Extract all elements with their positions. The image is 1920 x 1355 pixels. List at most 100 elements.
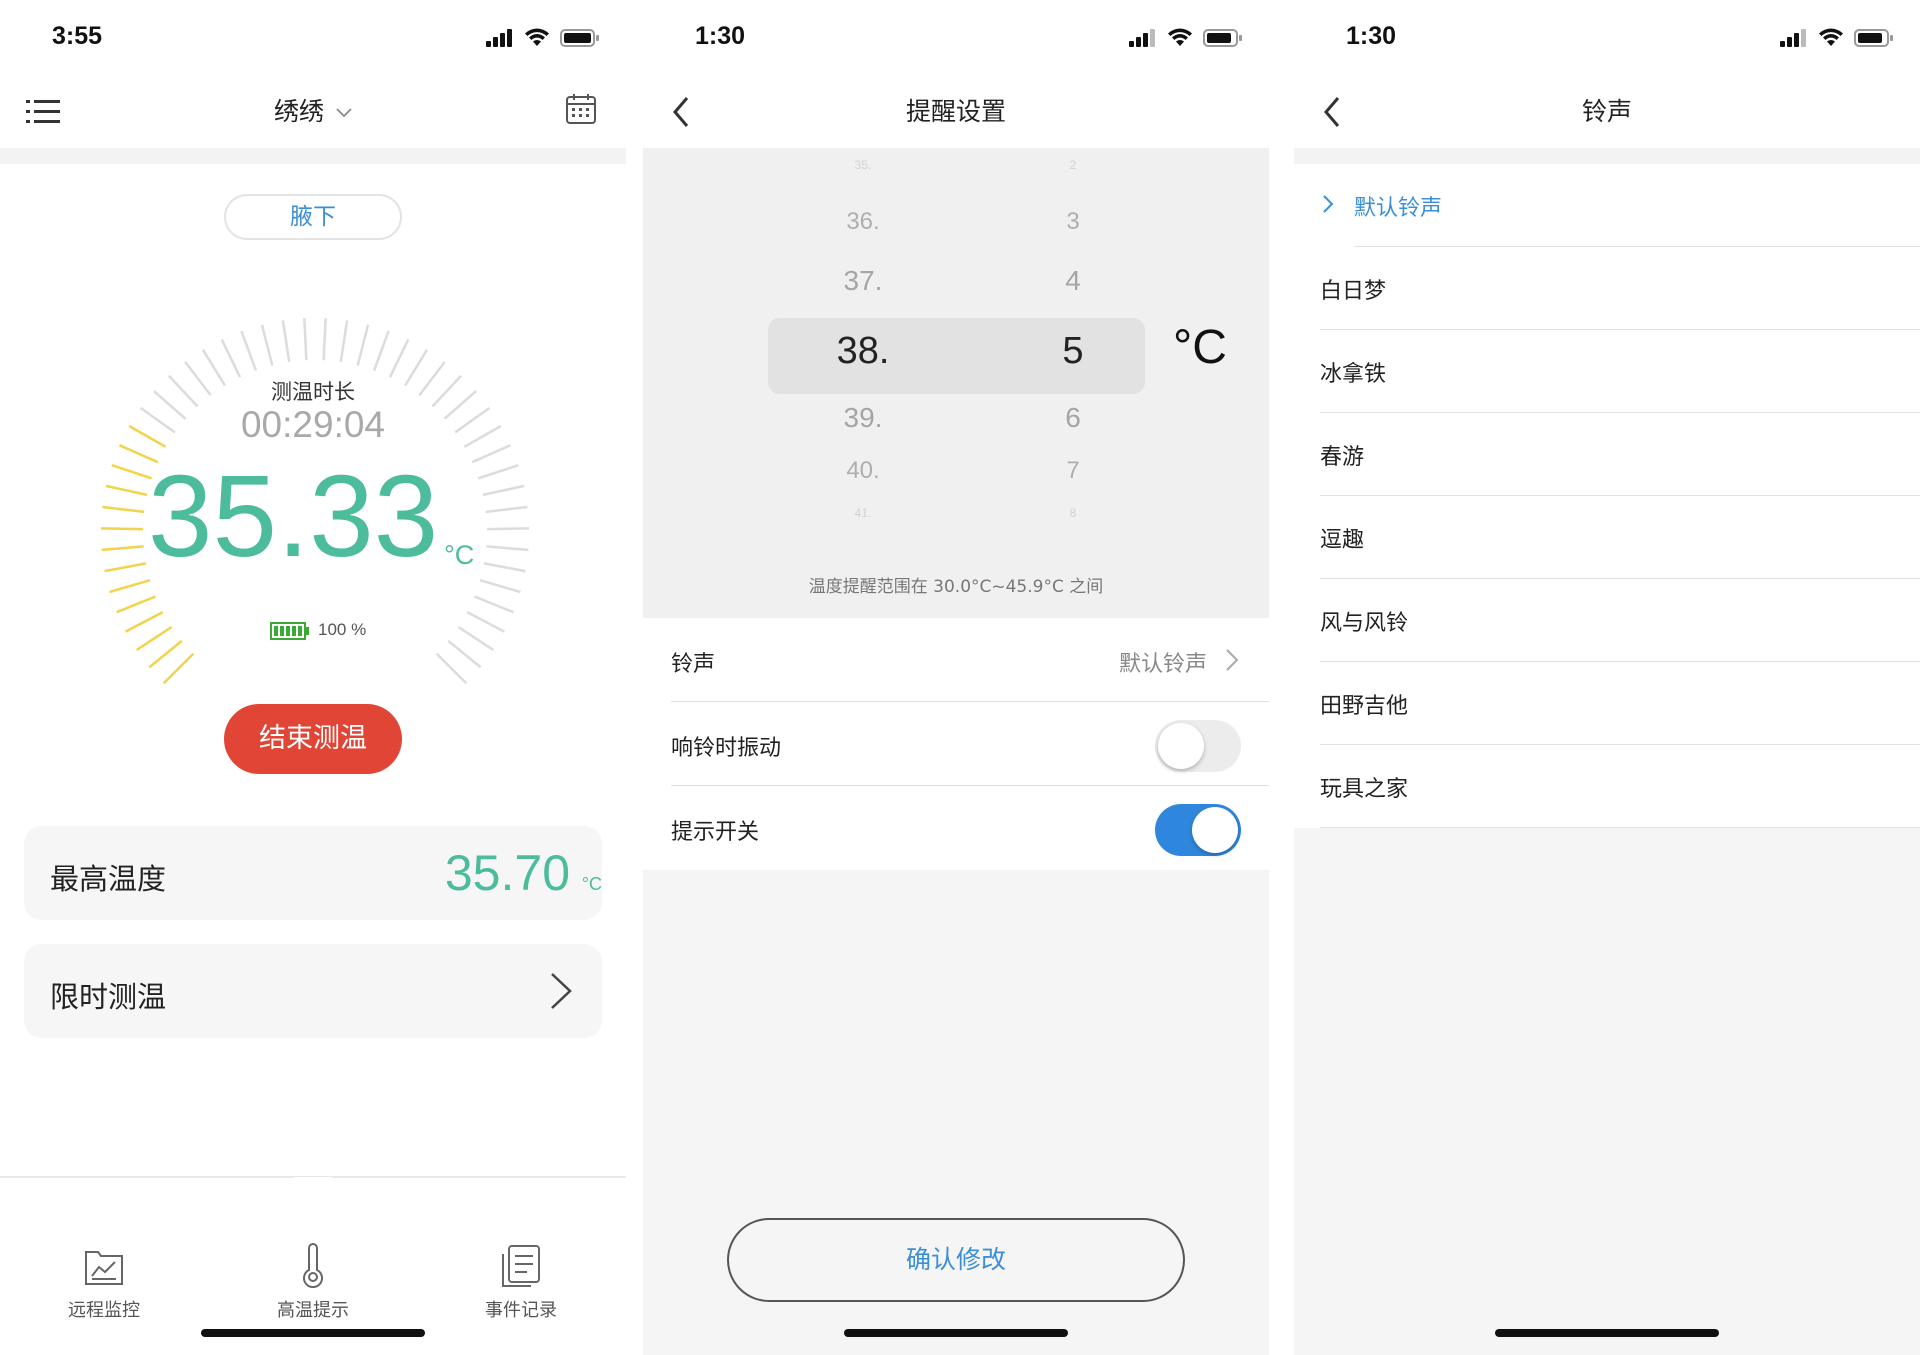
tab-high-temp-alert[interactable]: 高温提示: [243, 1242, 383, 1322]
tab-remote-monitor[interactable]: 远程监控: [34, 1242, 174, 1322]
status-icons: [1129, 26, 1243, 50]
ringtone-row[interactable]: 铃声 默认铃声: [643, 618, 1269, 702]
gauge-tick: [102, 505, 145, 514]
gauge-tick: [240, 330, 258, 371]
picker-unit: °C: [1173, 321, 1227, 374]
thermometer-icon: [303, 1243, 323, 1289]
home-indicator[interactable]: [1495, 1329, 1719, 1337]
gauge-tick: [100, 527, 144, 531]
ringtone-name: 白日梦: [1320, 279, 1387, 304]
ringtone-item[interactable]: 风与风铃: [1294, 579, 1920, 662]
gauge-tick: [457, 625, 495, 652]
chart-monitor-icon: [85, 1251, 123, 1285]
battery-status-icon: [1854, 29, 1893, 47]
ringtone-name: 田野吉他: [1320, 694, 1409, 719]
gauge-tick: [125, 610, 164, 633]
gauge-tick: [303, 318, 308, 361]
battery-bar: [298, 626, 302, 636]
home-indicator[interactable]: [201, 1329, 425, 1337]
ringtone-item[interactable]: 田野吉他: [1294, 662, 1920, 745]
end-measurement-button[interactable]: 结束测温: [224, 704, 402, 774]
picker-integer-option[interactable]: 37.: [803, 265, 923, 297]
chevron-right-icon: [1226, 649, 1239, 671]
signal-icon: [1780, 29, 1806, 47]
gauge-tick: [109, 579, 151, 594]
ringtone-item[interactable]: 白日梦: [1294, 247, 1920, 330]
gauge-tick: [111, 464, 152, 480]
gauge-tick: [478, 464, 519, 480]
picker-integer-option[interactable]: 40.: [803, 457, 923, 485]
profile-selector[interactable]: 绣绣: [0, 92, 626, 128]
gauge-tick: [474, 595, 514, 614]
picker-decimal-option[interactable]: 2: [1013, 158, 1133, 172]
max-temperature-value: 35.70: [444, 845, 570, 901]
gauge-tick: [435, 652, 468, 685]
picker-integer-option[interactable]: 39.: [803, 402, 923, 434]
nav-bar: 提醒设置: [643, 74, 1269, 148]
picker-decimal-option[interactable]: 7: [1013, 457, 1133, 485]
tab-label: 高温提示: [277, 1300, 349, 1321]
home-indicator[interactable]: [844, 1329, 1068, 1337]
gauge-tick: [447, 639, 482, 669]
status-bar: 3:55: [0, 0, 626, 74]
vibrate-row: 响铃时振动: [643, 702, 1269, 786]
tab-label: 远程监控: [68, 1300, 140, 1321]
gauge-tick: [372, 330, 390, 371]
temperature-picker[interactable]: 35. 36. 37. 38. 39. 40. 41. 2 3 4 5 6 7 8 °C 温度提醒范围在…: [643, 148, 1269, 618]
chevron-down-icon: [336, 108, 352, 118]
ringtone-name: 玩具之家: [1320, 777, 1409, 802]
timed-measurement-label: 限时测温: [50, 980, 167, 1014]
battery-bar: [286, 626, 290, 636]
ringtone-name: 默认铃声: [1354, 196, 1443, 221]
ringtone-value: 默认铃声: [1118, 652, 1207, 677]
toggle-knob: [1192, 807, 1238, 853]
reminder-switch-label: 提示开关: [671, 820, 760, 845]
tab-event-log[interactable]: 事件记录: [451, 1242, 591, 1322]
picker-integer-option[interactable]: 36.: [803, 208, 923, 236]
ringtone-item[interactable]: 春游: [1294, 413, 1920, 496]
ringtone-item[interactable]: 默认铃声: [1294, 164, 1920, 247]
gauge-tick: [486, 545, 529, 552]
picker-integer-option[interactable]: 35.: [803, 158, 923, 172]
nav-bar: 铃声: [1294, 74, 1920, 148]
section-gap: [0, 148, 626, 164]
ringtone-item[interactable]: 玩具之家: [1294, 745, 1920, 828]
battery-bar: [280, 626, 284, 636]
picker-decimal-option[interactable]: 6: [1013, 402, 1133, 434]
picker-decimal-option[interactable]: 8: [1013, 506, 1133, 520]
page-title: 铃声: [1581, 97, 1632, 126]
timed-measurement-card[interactable]: 限时测温: [24, 944, 602, 1038]
picker-decimal-option[interactable]: 3: [1013, 208, 1133, 236]
battery-percent: 100 %: [318, 620, 367, 639]
status-bar: 1:30: [1294, 0, 1920, 74]
ringtone-item[interactable]: 冰拿铁: [1294, 330, 1920, 413]
reminder-toggle[interactable]: [1155, 804, 1241, 856]
duration-value: 00:29:04: [240, 404, 386, 445]
measure-position-button[interactable]: 腋下: [224, 194, 402, 240]
ringtone-item[interactable]: 逗趣: [1294, 496, 1920, 579]
profile-name: 绣绣: [274, 97, 325, 126]
vibrate-toggle[interactable]: [1155, 720, 1241, 772]
ringtone-name: 逗趣: [1320, 528, 1365, 553]
picker-decimal-option[interactable]: 5: [1013, 330, 1133, 373]
picker-integer-option[interactable]: 41.: [803, 506, 923, 520]
current-temperature: 35.33: [148, 451, 439, 581]
battery-bar: [292, 626, 296, 636]
status-bar: 1:30: [643, 0, 1269, 74]
toggle-knob: [1158, 723, 1204, 769]
gauge-tick: [260, 324, 274, 366]
chevron-right-icon: [551, 973, 572, 1009]
wifi-icon: [1168, 28, 1192, 46]
picker-decimal-option[interactable]: 4: [1013, 265, 1133, 297]
range-note: 温度提醒范围在 30.0°C~45.9°C 之间: [808, 577, 1104, 597]
confirm-change-button[interactable]: 确认修改: [727, 1218, 1185, 1302]
tab-bar: 远程监控 高温提示 事件记录: [0, 1178, 626, 1355]
gauge-tick: [388, 338, 410, 378]
picker-integer-option[interactable]: 38.: [803, 330, 923, 373]
calendar-icon[interactable]: [564, 92, 598, 126]
status-time: 1:30: [1346, 22, 1397, 50]
temperature-unit: °C: [444, 540, 475, 570]
page-title: 提醒设置: [905, 97, 1006, 126]
status-time: 3:55: [52, 22, 103, 50]
gauge-tick: [485, 505, 528, 514]
